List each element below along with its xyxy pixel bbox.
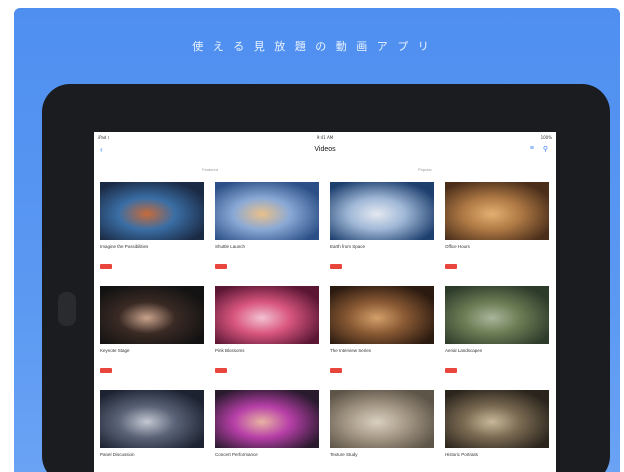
video-card[interactable]: Historic Portraits	[445, 390, 549, 472]
page-title: Videos	[314, 146, 336, 153]
video-title: Texture Study	[330, 452, 358, 457]
app-store-screenshot: 使 え る 見 放 題 の 動 画 ア プ リ iPad ⌇ 9:41 AM 1…	[0, 0, 624, 472]
status-bar: iPad ⌇ 9:41 AM 100%	[94, 132, 556, 142]
video-title: Aerial Landscapes	[445, 348, 483, 353]
video-title: Office Hours	[445, 244, 470, 249]
video-thumbnail[interactable]	[330, 390, 434, 448]
video-card[interactable]: Concert Performance	[215, 390, 319, 472]
home-button	[58, 292, 76, 326]
video-card[interactable]: Imagine the Possibilities	[100, 182, 204, 282]
video-thumbnail[interactable]	[100, 286, 204, 344]
video-thumbnail[interactable]	[100, 182, 204, 240]
video-card[interactable]: Office Hours	[445, 182, 549, 282]
search-icon[interactable]: ⚲	[543, 145, 548, 153]
video-title: Earth from Space	[330, 244, 366, 249]
status-time: 9:41 AM	[316, 135, 334, 140]
video-thumbnail[interactable]	[215, 286, 319, 344]
video-title: Concert Performance	[215, 452, 258, 457]
video-thumbnail[interactable]	[330, 182, 434, 240]
video-card[interactable]: Earth from Space	[330, 182, 434, 282]
video-card[interactable]: Keynote Stage	[100, 286, 204, 386]
video-thumbnail[interactable]	[330, 286, 434, 344]
video-title: The Interview Series	[330, 348, 372, 353]
segment-featured[interactable]: Featured	[202, 167, 218, 172]
filter-icon[interactable]: ≡	[530, 145, 534, 152]
video-thumbnail[interactable]	[215, 390, 319, 448]
app-screen: iPad ⌇ 9:41 AM 100% ‹ Videos ≡ ⚲ Feature…	[94, 132, 556, 472]
hd-badge	[330, 264, 342, 269]
hd-badge	[445, 264, 457, 269]
video-thumbnail[interactable]	[445, 286, 549, 344]
hd-badge	[215, 264, 227, 269]
video-title: Pink Blossoms	[215, 348, 245, 353]
video-card[interactable]: Panel Discussion	[100, 390, 204, 472]
video-card[interactable]: The Interview Series	[330, 286, 434, 386]
hd-badge	[215, 368, 227, 373]
video-title: Keynote Stage	[100, 348, 130, 353]
video-card[interactable]: Texture Study	[330, 390, 434, 472]
video-title: Imagine the Possibilities	[100, 244, 149, 249]
video-title: Historic Portraits	[445, 452, 479, 457]
video-card[interactable]: Aerial Landscapes	[445, 286, 549, 386]
video-card[interactable]: Pink Blossoms	[215, 286, 319, 386]
video-thumbnail[interactable]	[215, 182, 319, 240]
video-thumbnail[interactable]	[445, 390, 549, 448]
hd-badge	[100, 264, 112, 269]
hd-badge	[330, 368, 342, 373]
video-title: Panel Discussion	[100, 452, 135, 457]
segment-control: Featured Popular	[94, 164, 556, 174]
status-battery: 100%	[540, 135, 552, 140]
navigation-bar: ‹ Videos ≡ ⚲	[94, 142, 556, 158]
video-thumbnail[interactable]	[100, 390, 204, 448]
video-card[interactable]: Shuttle Launch	[215, 182, 319, 282]
video-title: Shuttle Launch	[215, 244, 246, 249]
promo-headline: 使 え る 見 放 題 の 動 画 ア プ リ	[192, 40, 432, 53]
hd-badge	[100, 368, 112, 373]
segment-popular[interactable]: Popular	[418, 167, 432, 172]
video-thumbnail[interactable]	[445, 182, 549, 240]
hd-badge	[445, 368, 457, 373]
